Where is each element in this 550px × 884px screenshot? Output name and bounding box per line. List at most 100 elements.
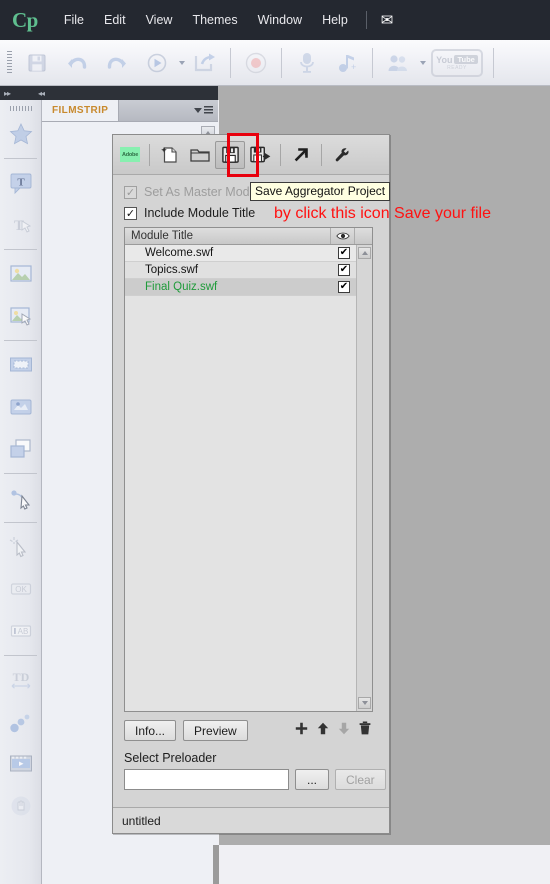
- rollover-image-icon[interactable]: [0, 295, 42, 337]
- menu-item-view[interactable]: View: [136, 9, 183, 31]
- preview-button[interactable]: Preview: [183, 720, 248, 741]
- move-down-icon[interactable]: [338, 722, 350, 740]
- table-row[interactable]: Final Quiz.swf ✔: [125, 279, 356, 296]
- audio-note-icon[interactable]: +: [327, 43, 367, 83]
- select-preloader-label: Select Preloader: [124, 751, 217, 765]
- menu-item-file[interactable]: File: [54, 9, 94, 31]
- info-button[interactable]: Info...: [124, 720, 177, 741]
- menu-divider: [365, 11, 367, 29]
- menu-item-themes[interactable]: Themes: [182, 9, 247, 31]
- table-row[interactable]: Welcome.swf ✔: [125, 245, 356, 262]
- preloader-clear-button[interactable]: Clear: [335, 769, 386, 790]
- module-visible-checkbox[interactable]: ✔: [338, 264, 350, 276]
- rail-grip[interactable]: [9, 106, 32, 111]
- image-icon[interactable]: [0, 253, 42, 295]
- youtube-you-label: You: [436, 54, 453, 65]
- preloader-browse-button[interactable]: ...: [295, 769, 329, 790]
- add-icon[interactable]: [295, 722, 308, 740]
- scroll-up-button[interactable]: [358, 247, 371, 259]
- video-icon[interactable]: [0, 743, 42, 785]
- module-visible-checkbox[interactable]: ✔: [338, 247, 350, 259]
- menu-item-window[interactable]: Window: [248, 9, 312, 31]
- column-header-module-title[interactable]: Module Title: [125, 228, 331, 244]
- menu-item-help[interactable]: Help: [312, 9, 358, 31]
- publish-icon[interactable]: [185, 43, 225, 83]
- tab-filmstrip[interactable]: FILMSTRIP: [42, 100, 120, 121]
- rail-divider: [4, 249, 37, 250]
- preloader-row: ... Clear: [124, 769, 386, 790]
- mouse-path-icon[interactable]: [0, 477, 42, 519]
- rail-divider: [4, 340, 37, 341]
- save-as-project-icon[interactable]: [245, 141, 275, 169]
- save-icon[interactable]: [17, 43, 57, 83]
- svg-text:OK: OK: [15, 585, 27, 594]
- module-visible-cell[interactable]: ✔: [332, 247, 356, 259]
- module-visible-cell[interactable]: ✔: [332, 264, 356, 276]
- include-module-title-checkbox[interactable]: ✓: [124, 206, 137, 220]
- preview-icon[interactable]: [137, 43, 177, 83]
- dialog-toolbar-divider: [149, 143, 150, 166]
- scroll-down-button[interactable]: [358, 697, 371, 709]
- svg-text:+: +: [351, 62, 356, 72]
- rollover-slidelet-icon[interactable]: [0, 386, 42, 428]
- stage-footer: [219, 845, 550, 884]
- expand-right-chevron-icon[interactable]: ▸▸: [0, 89, 11, 98]
- status-bar: untitled: [113, 807, 389, 833]
- publish-project-icon[interactable]: [286, 141, 316, 169]
- click-box-icon[interactable]: [0, 526, 42, 568]
- text-animation-icon[interactable]: TD: [0, 659, 42, 701]
- eye-icon[interactable]: [331, 228, 355, 244]
- filmstrip-tabbar: FILMSTRIP: [42, 100, 218, 122]
- svg-text:T: T: [17, 177, 25, 189]
- rail-divider: [4, 158, 37, 159]
- panel-menu-button[interactable]: [119, 100, 218, 121]
- highlight-box-icon[interactable]: [0, 344, 42, 386]
- adobe-logo-icon: Adobe: [120, 147, 140, 162]
- redo-icon[interactable]: [97, 43, 137, 83]
- record-icon[interactable]: [236, 43, 276, 83]
- move-up-icon[interactable]: [317, 722, 329, 740]
- triangle-up-icon: [361, 251, 368, 255]
- collaborate-icon[interactable]: [378, 43, 418, 83]
- new-project-icon[interactable]: [155, 141, 185, 169]
- microphone-icon[interactable]: [287, 43, 327, 83]
- mail-icon[interactable]: ✉: [375, 13, 400, 28]
- set-as-master-module-checkbox[interactable]: ✓: [124, 185, 137, 199]
- preloader-path-input[interactable]: [124, 769, 289, 790]
- text-caption-icon[interactable]: T: [0, 162, 42, 204]
- module-title-cell: Welcome.swf: [145, 247, 214, 259]
- module-visible-cell[interactable]: ✔: [332, 281, 356, 293]
- star-icon[interactable]: [0, 113, 42, 155]
- toolbar-grip[interactable]: [7, 50, 12, 75]
- rail-divider: [4, 522, 37, 523]
- chevron-down-icon: [194, 108, 202, 113]
- rollover-caption-icon[interactable]: T: [0, 204, 42, 246]
- aggregator-dialog: Adobe ✓ Set As Master Module ✓ Include M…: [112, 134, 390, 834]
- zoom-area-icon[interactable]: [0, 428, 42, 470]
- animation-icon[interactable]: [0, 701, 42, 743]
- open-project-icon[interactable]: [185, 141, 215, 169]
- settings-wrench-icon[interactable]: [327, 141, 357, 169]
- menu-item-edit[interactable]: Edit: [94, 9, 136, 31]
- svg-text:AB: AB: [18, 627, 29, 636]
- module-visible-checkbox[interactable]: ✔: [338, 281, 350, 293]
- save-project-icon[interactable]: [215, 140, 245, 169]
- svg-text:TD: TD: [13, 670, 30, 684]
- dialog-toolbar-divider: [321, 143, 322, 166]
- ok-button-icon[interactable]: OK: [0, 568, 42, 610]
- hamburger-icon: [204, 106, 213, 115]
- module-list-header: Module Title: [125, 228, 372, 245]
- toolbar-divider: [372, 47, 373, 78]
- table-row[interactable]: Topics.swf ✔: [125, 262, 356, 279]
- annotation-text: by click this icon Save your file: [274, 205, 491, 222]
- text-entry-box-icon[interactable]: AB: [0, 610, 42, 652]
- header-spacer: [355, 228, 372, 244]
- youtube-ready-icon[interactable]: You Tube READY: [426, 43, 488, 83]
- trash-icon[interactable]: [359, 721, 371, 740]
- collapse-left-chevron-icon[interactable]: ◂◂: [38, 89, 45, 98]
- interaction-icon[interactable]: [0, 785, 42, 827]
- main-toolbar: + You Tube READY: [0, 40, 550, 86]
- undo-icon[interactable]: [57, 43, 97, 83]
- module-list-scrollbar[interactable]: [356, 245, 372, 711]
- list-controls: [295, 721, 373, 740]
